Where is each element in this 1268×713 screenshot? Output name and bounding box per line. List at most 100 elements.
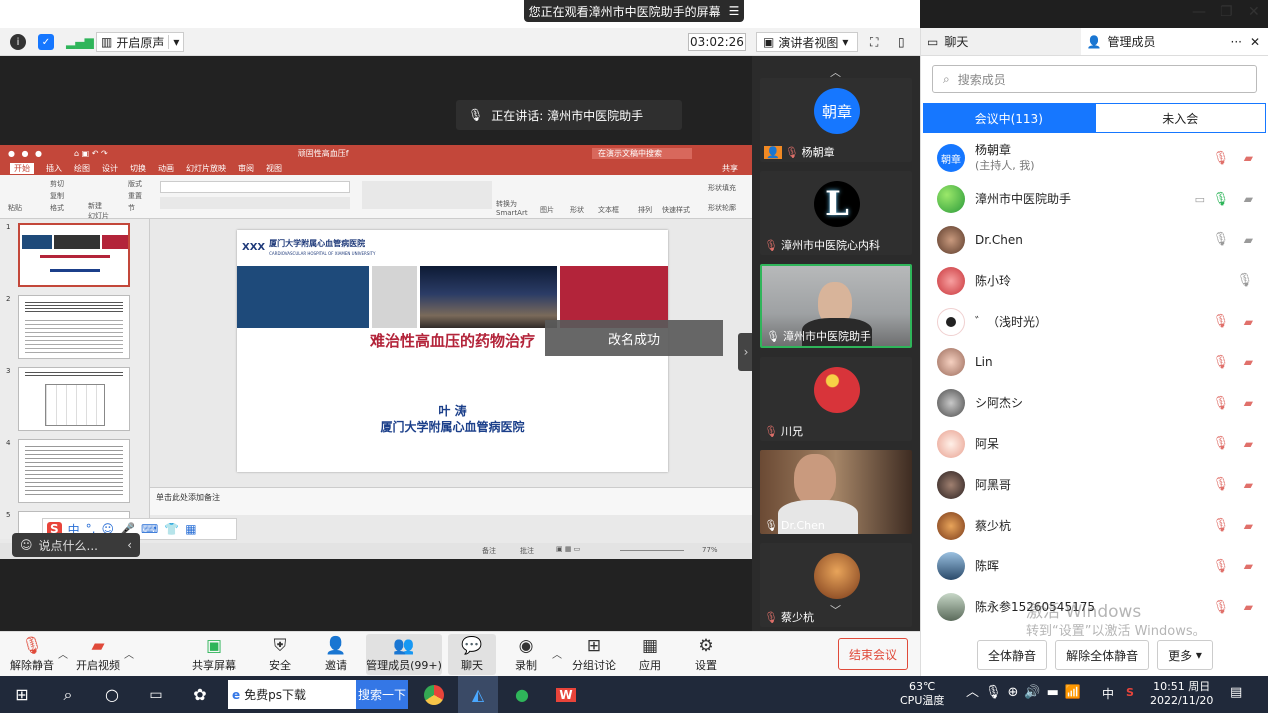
- video-tile[interactable]: L 🎙 漳州市中医院心内科: [760, 171, 912, 255]
- cortana-icon[interactable]: ○: [92, 676, 132, 713]
- cut-button[interactable]: 剪切: [50, 179, 64, 189]
- camera-icon[interactable]: ▰: [1244, 233, 1253, 247]
- camera-off-icon[interactable]: ▰: [1244, 559, 1253, 573]
- sidebar-toggle-button[interactable]: ▯: [898, 32, 905, 52]
- format-painter-button[interactable]: 格式: [50, 203, 64, 213]
- ppt-search[interactable]: 在演示文稿中搜索: [592, 147, 692, 159]
- new-slide-button[interactable]: 新建 幻灯片: [88, 201, 109, 221]
- member-search[interactable]: ⌕ 搜索成员: [932, 65, 1257, 93]
- mute-all-button[interactable]: 全体静音: [977, 640, 1048, 670]
- shape-button[interactable]: 形状: [570, 205, 584, 215]
- zoom-slider[interactable]: [620, 550, 684, 551]
- member-search-input[interactable]: 搜索成员: [958, 71, 1006, 88]
- mic-active-icon[interactable]: 🎙: [1212, 192, 1229, 207]
- chevron-up-icon[interactable]: ︿: [58, 646, 68, 661]
- system-tray-icons[interactable]: ︿🎙⊕🔊▬📶: [966, 686, 1087, 700]
- taskbar-search-box[interactable]: e 免费ps下载 搜索一下: [228, 680, 408, 709]
- traffic-lights-icon[interactable]: ● ● ●: [8, 149, 44, 158]
- slide-thumbnail[interactable]: [18, 295, 130, 359]
- segment-in-meeting[interactable]: 会议中(113): [923, 103, 1095, 133]
- member-row[interactable]: Lin 🎙 ▰: [921, 342, 1268, 383]
- member-row[interactable]: Dr.Chen 🎙 ▰: [921, 220, 1268, 261]
- image-button[interactable]: 图片: [540, 205, 554, 215]
- ime-indicator[interactable]: 中: [1102, 687, 1114, 701]
- chat-button[interactable]: 💬 聊天: [448, 634, 496, 675]
- member-row[interactable]: 阿呆 🎙 ▰: [921, 424, 1268, 465]
- mic-muted-icon[interactable]: 🎙: [1212, 436, 1229, 451]
- unmute-all-button[interactable]: 解除全体静音: [1055, 640, 1150, 670]
- close-panel-button[interactable]: ✕: [1250, 35, 1260, 49]
- wps-icon[interactable]: W: [546, 676, 586, 713]
- member-row[interactable]: シ阿杰シ 🎙 ▰: [921, 383, 1268, 424]
- chevron-up-icon[interactable]: ︿: [552, 646, 562, 661]
- slide-thumbnail[interactable]: [18, 367, 130, 431]
- more-button[interactable]: 更多 ▾: [1157, 640, 1213, 670]
- tencent-meeting-icon[interactable]: ◭: [458, 676, 498, 713]
- member-row[interactable]: 蔡少杭 🎙 ▰: [921, 505, 1268, 546]
- ppt-tab[interactable]: 切换: [130, 163, 146, 174]
- toolbox-icon[interactable]: ▦: [185, 522, 196, 536]
- screen-share-banner[interactable]: 您正在观看漳州市中医院助手的屏幕 ☰: [524, 0, 744, 22]
- member-row[interactable]: ゛（浅时光） 🎙 ▰: [921, 301, 1268, 342]
- ppt-tab[interactable]: 幻灯片放映: [186, 163, 226, 174]
- apps-button[interactable]: ▦ 应用: [620, 634, 680, 675]
- ppt-tab[interactable]: 设计: [102, 163, 118, 174]
- video-tile[interactable]: 朝章 👤 🎙 杨朝章: [760, 78, 912, 162]
- settings-button[interactable]: ⚙ 设置: [676, 634, 736, 675]
- mic-muted-icon[interactable]: 🎙: [1212, 151, 1229, 166]
- member-row[interactable]: 阿黑哥 🎙 ▰: [921, 464, 1268, 505]
- member-row[interactable]: 朝章 杨朝章 (主持人, 我) 🎙 ▰: [921, 138, 1268, 179]
- layout-button[interactable]: 版式: [128, 179, 142, 189]
- font-select[interactable]: [160, 181, 350, 193]
- camera-icon[interactable]: ▰: [1244, 192, 1253, 206]
- notes-toggle[interactable]: 备注: [482, 546, 496, 556]
- minimize-button[interactable]: —: [1192, 4, 1206, 20]
- mic-muted-icon[interactable]: 🎙: [1212, 314, 1229, 329]
- shape-outline-button[interactable]: 形状轮廓: [708, 203, 736, 213]
- ppt-tab[interactable]: 开始: [10, 162, 34, 174]
- info-icon[interactable]: i: [10, 34, 26, 50]
- search-icon[interactable]: ⌕: [48, 676, 88, 713]
- reset-button[interactable]: 重置: [128, 191, 142, 201]
- mic-muted-icon[interactable]: 🎙: [1212, 600, 1229, 615]
- signal-icon[interactable]: ▂▄▆: [66, 35, 94, 49]
- ppt-tab[interactable]: 审阅: [238, 163, 254, 174]
- shield-icon[interactable]: ✓: [38, 34, 54, 50]
- member-row[interactable]: 陈小玲 🎙: [921, 260, 1268, 301]
- menu-icon[interactable]: ☰: [729, 4, 740, 18]
- video-tile[interactable]: 🎙 川兄: [760, 357, 912, 441]
- task-view-icon[interactable]: ▭: [136, 676, 176, 713]
- home-icon[interactable]: ⌂ ▣ ↶ ↷: [74, 149, 108, 158]
- windows-start-icon[interactable]: ⊞: [0, 676, 44, 713]
- share-screen-button[interactable]: ▣ 共享屏幕: [184, 634, 244, 675]
- paste-button[interactable]: 粘贴: [8, 203, 22, 213]
- chevron-down-icon[interactable]: ▾: [168, 35, 179, 49]
- shape-fill-button[interactable]: 形状填充: [708, 183, 736, 193]
- end-meeting-button[interactable]: 结束会议: [838, 638, 908, 670]
- chrome-icon[interactable]: [414, 676, 454, 713]
- smiley-icon[interactable]: ☺: [20, 538, 33, 552]
- chat-input[interactable]: 说点什么...: [39, 537, 98, 554]
- slide-thumbnail[interactable]: [18, 439, 130, 503]
- clock[interactable]: 10:51 周日 2022/11/20: [1150, 680, 1213, 708]
- camera-off-icon[interactable]: ▰: [1244, 519, 1253, 533]
- pinwheel-app-icon[interactable]: ✿: [180, 676, 220, 713]
- mic-muted-icon[interactable]: 🎙: [1212, 559, 1229, 574]
- ppt-tab[interactable]: 动画: [158, 163, 174, 174]
- sogou-tray-icon[interactable]: S: [1126, 686, 1134, 700]
- view-mode-select[interactable]: ▣ 演讲者视图 ▾: [756, 32, 858, 52]
- camera-off-icon[interactable]: ▰: [1244, 151, 1253, 165]
- textbox-button[interactable]: 文本框: [598, 205, 619, 215]
- chevron-up-icon[interactable]: ︿: [124, 646, 134, 661]
- breakout-button[interactable]: ⊞ 分组讨论: [564, 634, 624, 675]
- copy-button[interactable]: 复制: [50, 191, 64, 201]
- chevron-left-icon[interactable]: ‹: [127, 538, 132, 552]
- chat-input-pill[interactable]: ☺ 说点什么... ‹: [12, 533, 140, 557]
- quick-style-button[interactable]: 快速样式: [662, 205, 690, 215]
- close-window-button[interactable]: ✕: [1248, 4, 1260, 20]
- wechat-icon[interactable]: ●: [502, 676, 542, 713]
- ppt-share-button[interactable]: 共享: [722, 163, 738, 174]
- slide-thumbnail[interactable]: [18, 223, 130, 287]
- mic-icon[interactable]: 🎙: [1212, 232, 1229, 247]
- mic-muted-icon[interactable]: 🎙: [1212, 396, 1229, 411]
